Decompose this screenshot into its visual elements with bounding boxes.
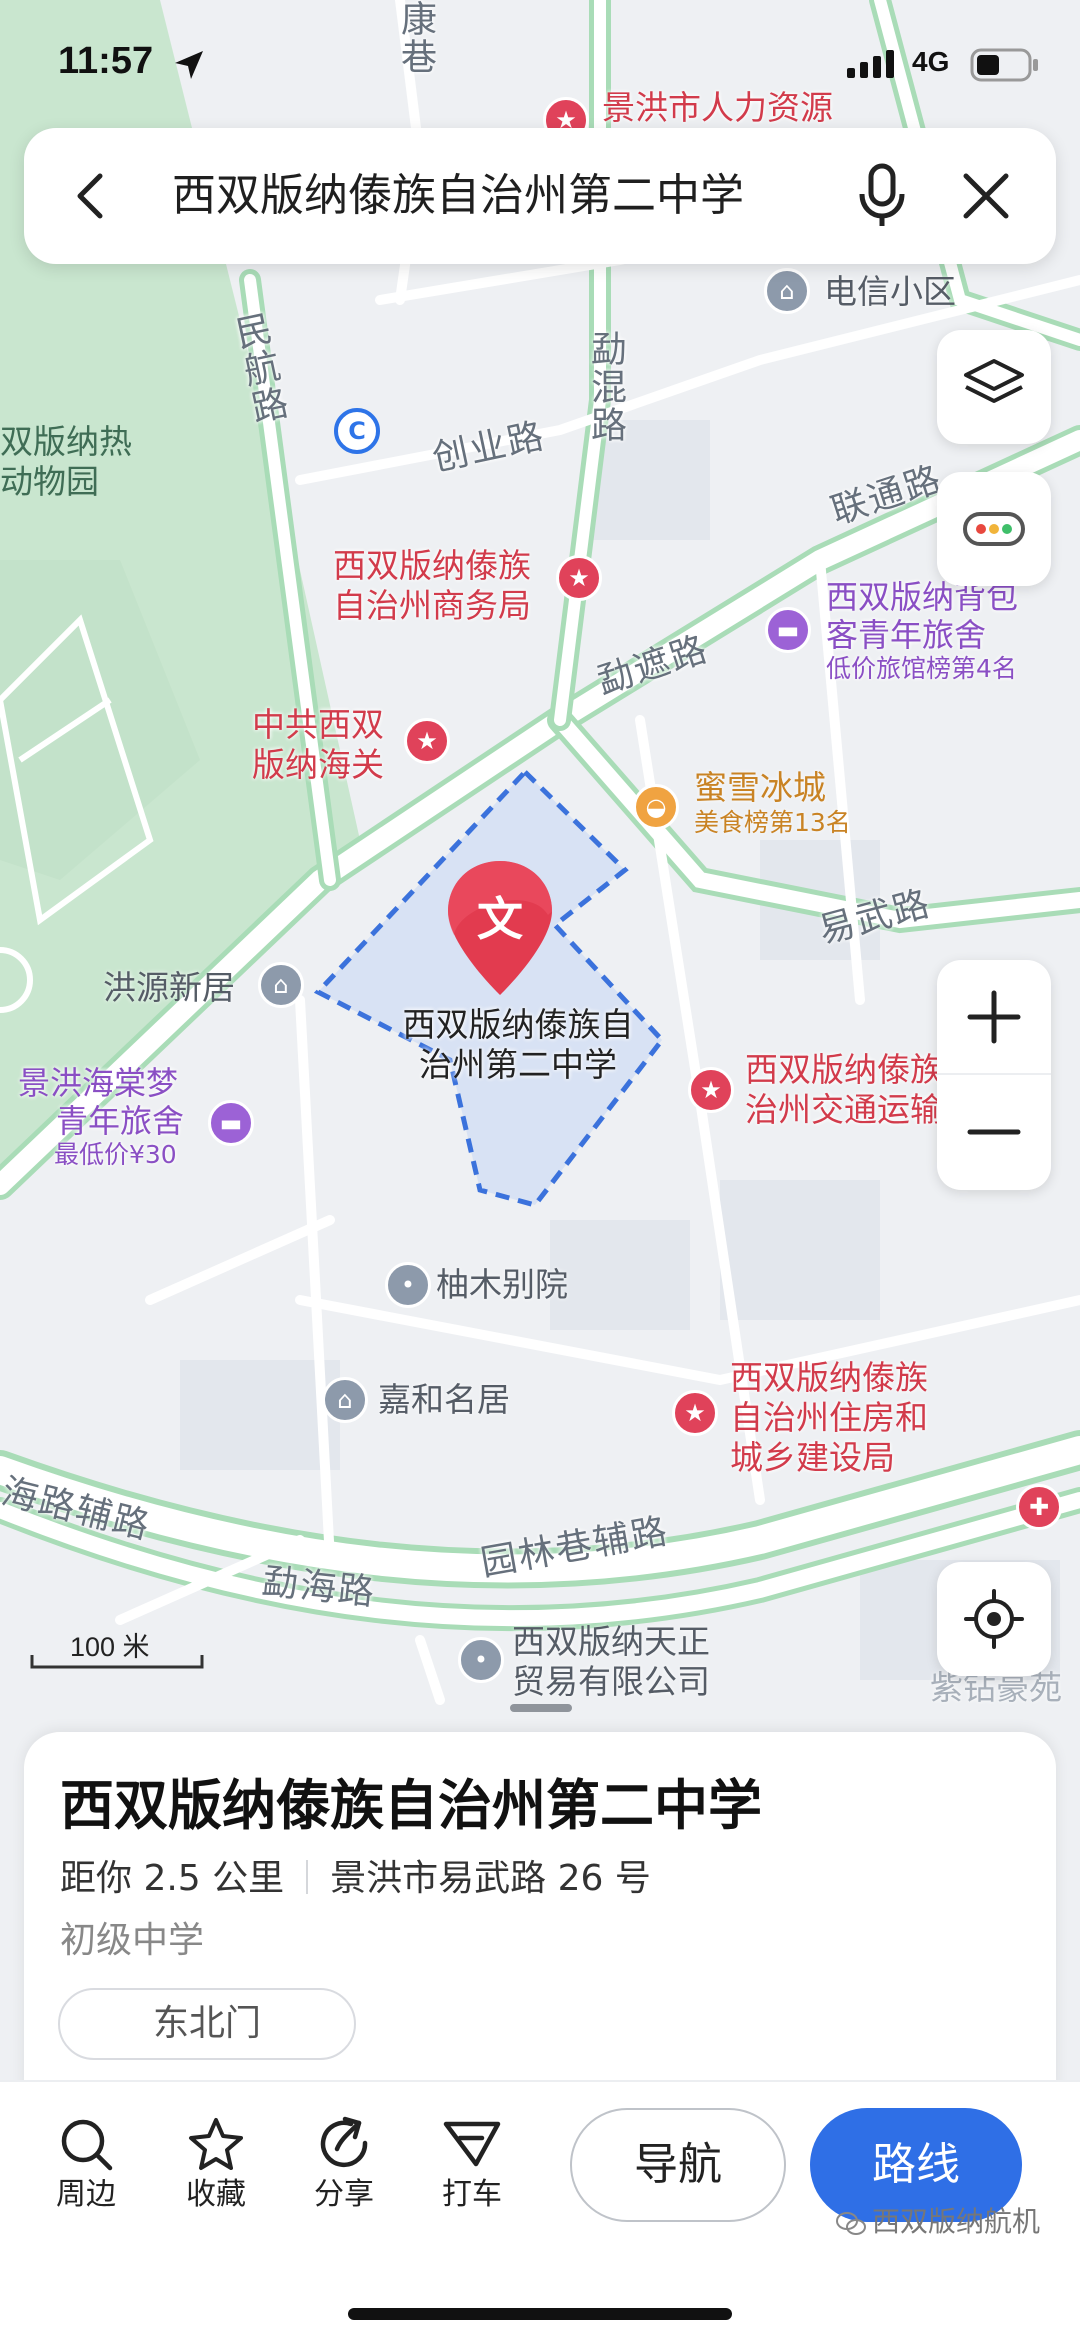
hotel-icon[interactable]: ▬ (765, 607, 811, 653)
poi-youth-rank: 低价旅馆榜第4名 (826, 654, 1017, 683)
poi-jiaotong-line1[interactable]: 西双版纳傣族 (745, 1050, 943, 1090)
star-icon[interactable]: ★ (688, 1067, 734, 1113)
taxi-label: 打车 (442, 2177, 502, 2212)
poi-shangwu-line2[interactable]: 自治州商务局 (333, 586, 531, 626)
poi-dianxin[interactable]: 电信小区 (824, 272, 956, 312)
layers-icon (964, 359, 1024, 403)
locate-me-button[interactable] (937, 1562, 1051, 1676)
zoom-in-button[interactable] (937, 961, 1051, 1075)
nearby-label: 周边 (56, 2177, 116, 2212)
home-indicator[interactable] (348, 2308, 732, 2320)
poi-haiguan-line1[interactable]: 中共西双 (252, 705, 384, 745)
poi-mixue[interactable]: 蜜雪冰城 美食榜第13名 (694, 768, 851, 838)
share-icon (320, 2116, 368, 2168)
place-meta: 距你 2.5 公里 景洪市易武路 26 号 (60, 1856, 651, 1902)
road-label-mengkun: 勐混路 (585, 330, 626, 444)
status-bar: 11:57 4G (0, 40, 1080, 100)
location-arrow-icon (175, 51, 203, 79)
poi-youth-line2: 客青年旅舍 (826, 616, 987, 654)
battery-icon (970, 48, 1038, 82)
school-label[interactable]: 西双版纳傣族自 治州第二中学 (368, 1005, 668, 1085)
traffic-light-icon (963, 512, 1025, 546)
star-icon[interactable]: ★ (672, 1390, 718, 1436)
poi-mixue-rank: 美食榜第13名 (694, 808, 851, 837)
zoom-controls (937, 960, 1051, 1190)
favorite-label: 收藏 (186, 2177, 246, 2212)
traffic-button[interactable] (937, 472, 1051, 586)
minus-icon (967, 1129, 1021, 1135)
wechat-icon (836, 2212, 866, 2235)
poi-youth-hostel[interactable]: 西双版纳背包 客青年旅舍 低价旅馆榜第4名 (826, 578, 1018, 684)
plus-icon (967, 990, 1021, 1044)
scale-bar-icon (30, 1655, 204, 1669)
search-query[interactable]: 西双版纳傣族自治州第二中学 (172, 170, 744, 222)
search-icon (61, 2119, 113, 2171)
signal-icon (847, 50, 894, 78)
location-pin-icon[interactable]: • (385, 1262, 431, 1308)
place-detail-card[interactable]: 西双版纳傣族自治州第二中学 距你 2.5 公里 景洪市易武路 26 号 初级中学 … (24, 1704, 1056, 2092)
poi-zoo-line1[interactable]: 双版纳热 (0, 422, 132, 462)
poi-zhufang-line3[interactable]: 城乡建设局 (730, 1438, 895, 1478)
zoom-out-button[interactable] (937, 1075, 1051, 1189)
network-type: 4G (912, 46, 950, 77)
place-distance: 距你 2.5 公里 (60, 1858, 285, 1899)
map-scale: 100 米 (30, 1625, 206, 1673)
watermark-text: 西双版纳航机 (872, 2205, 1041, 2238)
poi-hongyuan[interactable]: 洪源新居 (103, 968, 235, 1008)
poi-youmu[interactable]: 柚木别院 (436, 1265, 568, 1305)
divider (306, 1860, 309, 1894)
crosshair-icon (964, 1589, 1024, 1649)
poi-haiguan-line2[interactable]: 版纳海关 (252, 745, 384, 785)
microphone-icon[interactable] (854, 162, 910, 230)
school-label-line1: 西双版纳傣族自 (402, 1005, 634, 1044)
favorite-button[interactable]: 收藏 (166, 2112, 266, 2214)
school-marker-char: 文 (477, 892, 523, 946)
drag-handle[interactable] (510, 1704, 572, 1712)
place-title: 西双版纳傣族自治州第二中学 (60, 1774, 762, 1837)
residential-icon[interactable]: ⌂ (258, 962, 304, 1008)
residential-icon[interactable]: ⌂ (764, 268, 810, 314)
poi-zhufang-line1[interactable]: 西双版纳傣族 (730, 1358, 928, 1398)
hotel-icon[interactable]: ▬ (208, 1100, 254, 1146)
share-label: 分享 (314, 2177, 374, 2212)
poi-shangwu-line1[interactable]: 西双版纳傣族 (333, 546, 531, 586)
layers-button[interactable] (937, 330, 1051, 444)
poi-haitang-line2: 青年旅舍 (56, 1102, 185, 1140)
navigate-button[interactable]: 导航 (570, 2108, 786, 2222)
hospital-icon[interactable]: ✚ (1016, 1484, 1062, 1530)
poi-mixue-name: 蜜雪冰城 (694, 768, 826, 807)
share-button[interactable]: 分享 (294, 2112, 394, 2214)
star-icon[interactable]: ★ (556, 555, 602, 601)
selected-location-marker[interactable]: 文 (440, 855, 560, 1000)
poi-jiahe[interactable]: 嘉和名居 (378, 1380, 510, 1420)
residential-icon[interactable]: ⌂ (322, 1377, 368, 1423)
taxi-button[interactable]: 打车 (422, 2112, 522, 2214)
school-label-line2: 治州第二中学 (419, 1045, 617, 1084)
place-address: 景洪市易武路 26 号 (330, 1858, 651, 1899)
close-icon[interactable] (958, 168, 1014, 224)
location-pin-icon[interactable]: • (458, 1637, 504, 1683)
entrance-chip[interactable]: 东北门 (58, 1988, 356, 2060)
poi-haitang-price: 最低价¥30 (54, 1140, 177, 1169)
poi-tianzheng-line1[interactable]: 西双版纳天正 (512, 1622, 710, 1662)
bank-icon[interactable]: C (334, 408, 380, 454)
poi-jiaotong-line2[interactable]: 治州交通运输 (745, 1090, 943, 1130)
poi-zhufang-line2[interactable]: 自治州住房和 (730, 1398, 928, 1438)
star-outline-icon (189, 2118, 243, 2170)
poi-haitang[interactable]: 景洪海棠梦 青年旅舍 最低价¥30 (18, 1064, 184, 1170)
poi-tianzheng-line2[interactable]: 贸易有限公司 (512, 1662, 710, 1702)
taxi-icon (443, 2121, 501, 2167)
poi-zoo-line2[interactable]: 动物园 (0, 462, 99, 502)
nearby-button[interactable]: 周边 (36, 2112, 136, 2214)
watermark: 西双版纳航机 (836, 2200, 1040, 2240)
star-icon[interactable]: ★ (404, 718, 450, 764)
food-icon[interactable]: ◒ (633, 784, 679, 830)
status-time: 11:57 (58, 40, 154, 82)
poi-haitang-line1: 景洪海棠梦 (18, 1064, 179, 1102)
back-arrow-icon[interactable] (64, 168, 120, 224)
place-category: 初级中学 (60, 1920, 205, 1961)
search-bar[interactable]: 西双版纳傣族自治州第二中学 (24, 128, 1056, 264)
